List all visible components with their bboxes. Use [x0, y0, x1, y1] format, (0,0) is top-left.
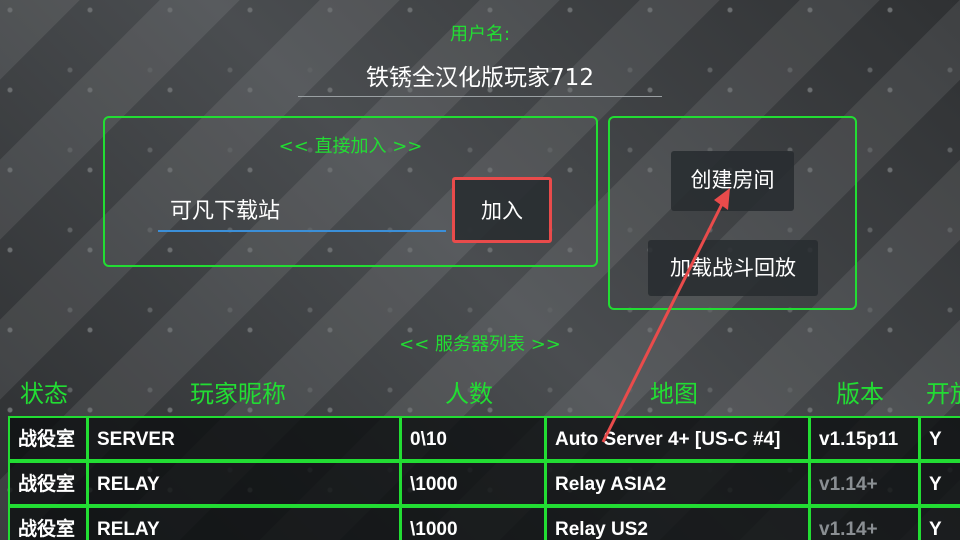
status-cell: 战役室: [8, 461, 88, 506]
column-header-open: 开放: [926, 380, 960, 408]
column-header-status: 状态: [20, 380, 68, 408]
create-room-button[interactable]: 创建房间: [671, 151, 794, 211]
username-field[interactable]: 铁锈全汉化版玩家712: [300, 58, 660, 92]
map-cell: Auto Server 4+ [US-C #4]: [545, 416, 810, 461]
direct-join-title: << 直接加入 >>: [278, 136, 423, 157]
join-address-input[interactable]: [158, 188, 446, 232]
nickname-cell: RELAY: [87, 506, 401, 540]
version-cell: v1.14+: [809, 461, 920, 506]
server-row[interactable]: 战役室 SERVER 0\10 Auto Server 4+ [US-C #4]…: [8, 416, 960, 461]
open-cell: Y: [919, 506, 960, 540]
column-header-nickname: 玩家昵称: [190, 380, 286, 408]
nickname-cell: SERVER: [87, 416, 401, 461]
column-header-version: 版本: [836, 380, 884, 408]
column-header-map: 地图: [650, 380, 698, 408]
open-cell: Y: [919, 416, 960, 461]
status-cell: 战役室: [8, 416, 88, 461]
server-row[interactable]: 战役室 RELAY \1000 Relay US2 v1.14+ Y: [8, 506, 960, 540]
players-cell: \1000: [400, 506, 546, 540]
version-cell: v1.15p11: [809, 416, 920, 461]
open-cell: Y: [919, 461, 960, 506]
version-cell: v1.14+: [809, 506, 920, 540]
join-button[interactable]: 加入: [452, 177, 552, 243]
nickname-cell: RELAY: [87, 461, 401, 506]
server-list-title: << 服务器列表 >>: [399, 334, 561, 355]
players-cell: 0\10: [400, 416, 546, 461]
status-cell: 战役室: [8, 506, 88, 540]
username-label: 用户名:: [449, 24, 511, 45]
server-row[interactable]: 战役室 RELAY \1000 Relay ASIA2 v1.14+ Y: [8, 461, 960, 506]
column-header-players: 人数: [445, 380, 493, 408]
players-cell: \1000: [400, 461, 546, 506]
load-replay-button[interactable]: 加载战斗回放: [648, 240, 818, 296]
username-underline: [298, 96, 662, 97]
map-cell: Relay ASIA2: [545, 461, 810, 506]
map-cell: Relay US2: [545, 506, 810, 540]
